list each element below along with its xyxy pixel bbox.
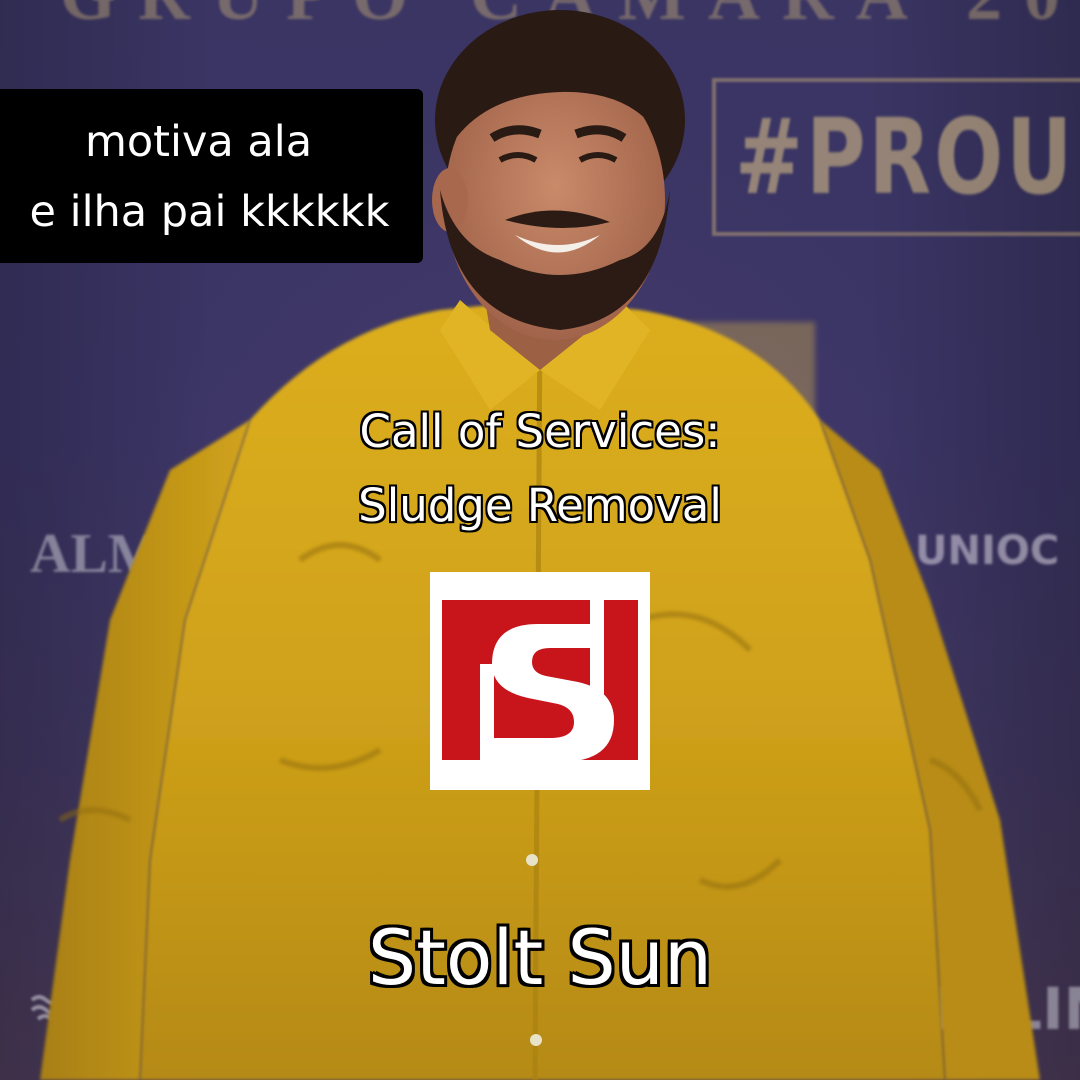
- meme-caption-box: motiva ala e ilha pai kkkkkk: [0, 89, 423, 263]
- meme-image: GRUPO CAMARA 202 #PROUD ALM UNIOC NILIN …: [0, 0, 1080, 1080]
- service-title-line-2: Sludge Removal: [358, 479, 722, 532]
- service-title: Call of Services: Sludge Removal: [300, 395, 780, 543]
- vessel-name: Stolt Sun: [367, 913, 713, 1002]
- caption-line-1: motiva ala: [84, 117, 313, 167]
- caption-line-2: e ilha pai kkkkkk: [29, 187, 390, 237]
- logo-graphic: [430, 572, 650, 790]
- stolt-s-logo-icon: [430, 572, 650, 790]
- service-title-line-1: Call of Services:: [359, 405, 721, 458]
